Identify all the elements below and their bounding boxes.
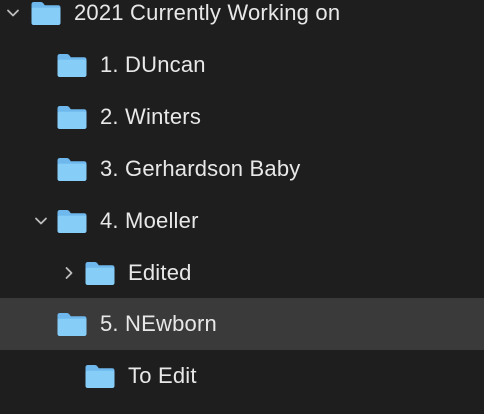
folder-icon — [56, 104, 88, 130]
folder-icon — [84, 260, 116, 286]
tree-row-gerhardson-baby[interactable]: 3. Gerhardson Baby — [0, 143, 484, 195]
tree-row-label: 2. Winters — [100, 104, 202, 129]
tree-row-duncan[interactable]: 1. DUncan — [0, 39, 484, 91]
tree-row-label: 5. NEwborn — [100, 311, 217, 336]
tree-row-label: 4. Moeller — [100, 208, 199, 233]
folder-icon — [56, 208, 88, 234]
tree-row-label: 3. Gerhardson Baby — [100, 156, 301, 181]
folder-icon — [56, 311, 88, 337]
tree-row-label: 2021 Currently Working on — [74, 0, 341, 25]
chevron-right-icon[interactable] — [62, 266, 76, 280]
tree-row-moeller[interactable]: 4. Moeller — [0, 195, 484, 247]
chevron-down-icon[interactable] — [34, 214, 48, 228]
tree-row-label: To Edit — [128, 363, 197, 388]
chevron-down-icon[interactable] — [6, 6, 20, 20]
tree-row-label: Edited — [128, 260, 192, 285]
tree-row-to-edit[interactable]: To Edit — [0, 350, 484, 402]
folder-icon — [56, 156, 88, 182]
folder-icon — [30, 0, 62, 26]
folder-tree: 2021 Currently Working on 1. DUncan 2. W… — [0, 0, 484, 414]
folder-icon — [56, 52, 88, 78]
tree-row-label: 1. DUncan — [100, 52, 206, 77]
tree-row-newborn[interactable]: 5. NEwborn — [0, 298, 484, 350]
tree-row-winters[interactable]: 2. Winters — [0, 91, 484, 143]
tree-row-2021-currently-working-on[interactable]: 2021 Currently Working on — [0, 0, 484, 39]
tree-row-edited[interactable]: Edited — [0, 247, 484, 299]
folder-icon — [84, 363, 116, 389]
